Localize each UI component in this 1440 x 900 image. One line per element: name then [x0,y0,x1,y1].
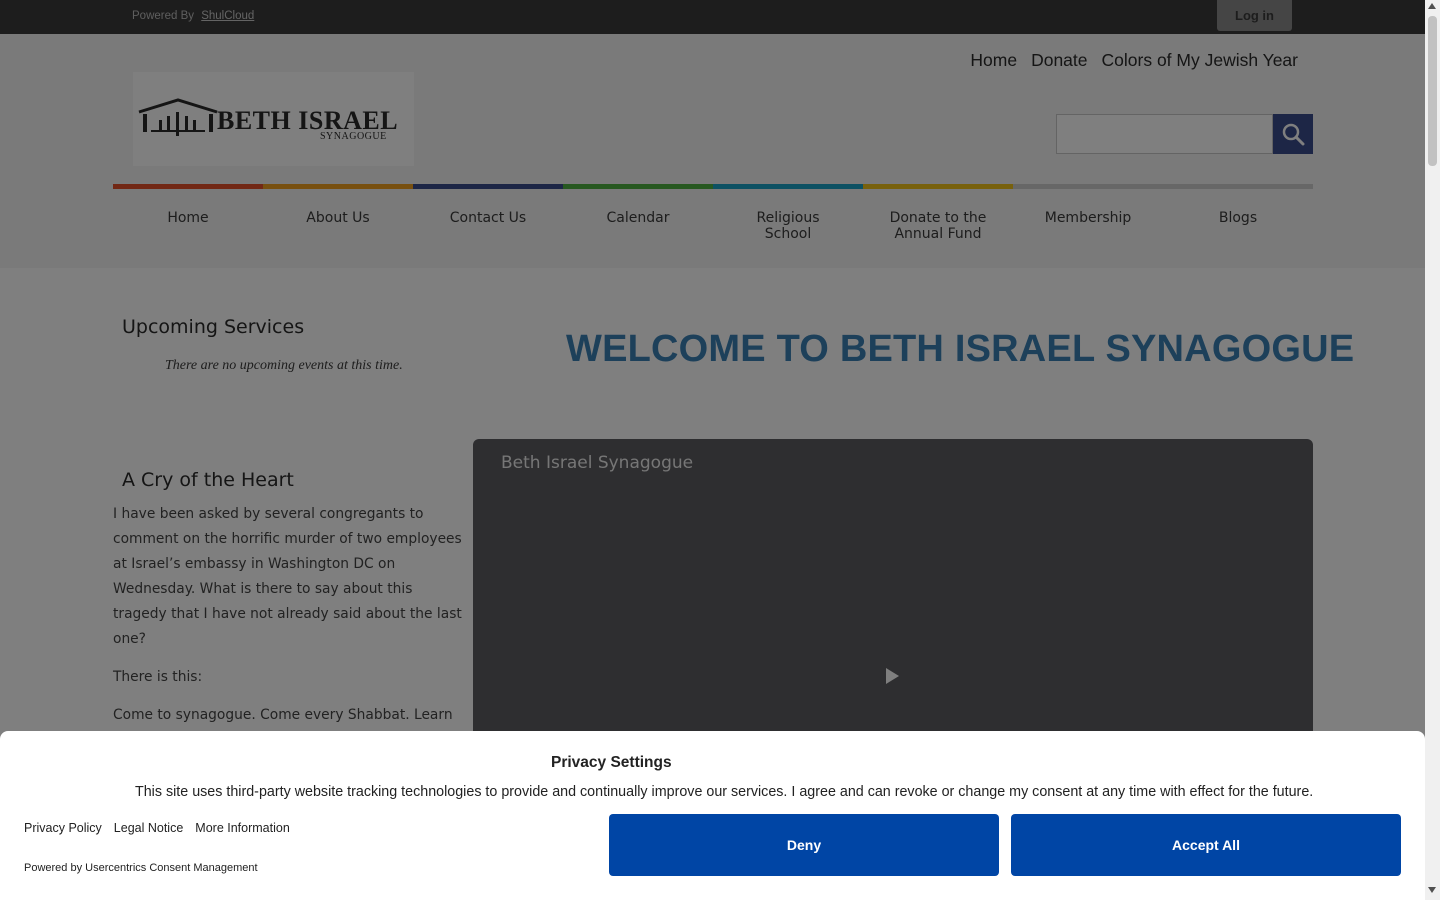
deny-button[interactable]: Deny [609,814,999,876]
accept-all-button[interactable]: Accept All [1011,814,1401,876]
scroll-thumb[interactable] [1428,16,1437,166]
privacy-consent-banner: Privacy Settings This site uses third-pa… [0,731,1425,900]
more-information-link[interactable]: More Information [195,821,289,835]
legal-notice-link[interactable]: Legal Notice [114,821,184,835]
page-scrollbar[interactable] [1425,0,1440,900]
privacy-policy-link[interactable]: Privacy Policy [24,821,102,835]
consent-powered-by: Powered by Usercentrics Consent Manageme… [24,862,258,874]
consent-title: Privacy Settings [551,754,672,771]
consent-text: This site uses third-party website track… [135,784,1314,800]
scroll-up-arrow-icon[interactable] [1428,3,1436,9]
scroll-down-arrow-icon[interactable] [1428,887,1436,893]
consent-links: Privacy Policy Legal Notice More Informa… [24,821,290,835]
